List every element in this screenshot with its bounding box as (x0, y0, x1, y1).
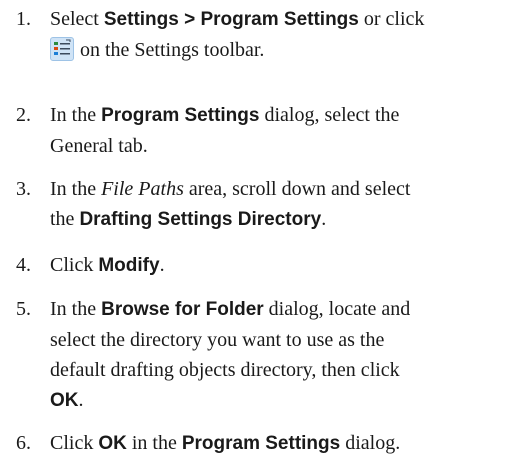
button-name: OK (50, 390, 79, 411)
button-name: Modify (98, 255, 160, 276)
area-name: File Paths (101, 178, 184, 200)
program-settings-icon (50, 37, 74, 61)
step-number: 2. (16, 104, 31, 126)
dialog-name: Program Settings (101, 105, 260, 126)
menu-path: Settings > Program Settings (103, 9, 359, 30)
step-text: In the File Paths area, scroll down and … (50, 178, 411, 230)
step-text: Select Settings > Program Settings or cl… (50, 8, 425, 61)
button-name: OK (98, 433, 127, 454)
step-text: In the Program Settings dialog, select t… (50, 104, 400, 157)
step-text: Click OK in the Program Settings dialog. (50, 432, 401, 454)
step-number: 3. (16, 178, 31, 200)
step-number: 1. (16, 8, 31, 30)
step-number: 5. (16, 298, 31, 320)
dialog-name: Program Settings (181, 433, 341, 454)
step-number: 4. (16, 254, 31, 276)
setting-name: Drafting Settings Directory (79, 209, 322, 230)
step-text: In the Browse for Folder dialog, locate … (50, 298, 411, 411)
step-text: Click Modify. (50, 254, 165, 276)
step-number: 6. (16, 432, 31, 454)
dialog-name: Browse for Folder (101, 299, 264, 320)
